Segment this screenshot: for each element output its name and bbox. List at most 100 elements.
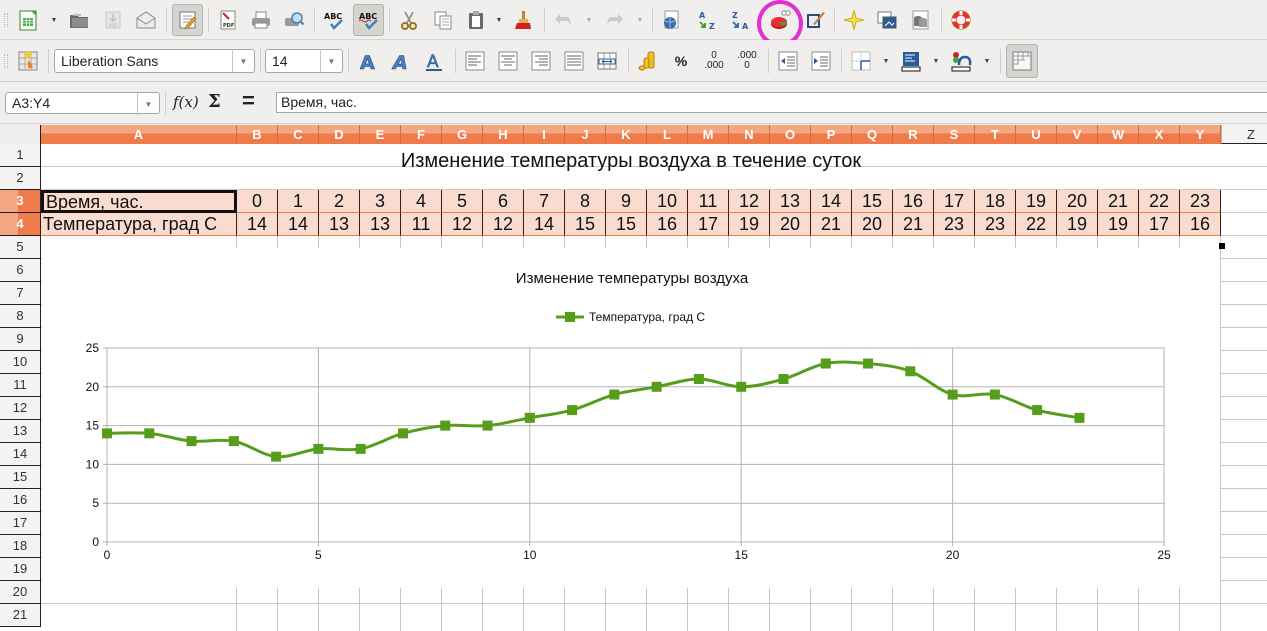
row-header-9[interactable]: 9 [0,328,41,351]
cell-hour[interactable]: 12 [729,190,770,213]
cell-temperature[interactable]: 13 [319,213,360,236]
cell-temperature[interactable]: 20 [852,213,893,236]
row-header-21[interactable]: 21 [0,604,41,627]
delete-decimal-button[interactable]: .000 0 [733,47,761,75]
row-header-19[interactable]: 19 [0,558,41,581]
cell-temperature[interactable]: 12 [442,213,483,236]
row-header-12[interactable]: 12 [0,397,41,420]
show-draw-functions-button[interactable] [801,6,829,34]
toolbar-grip[interactable] [4,54,8,68]
sum-button[interactable]: Σ [208,91,221,112]
column-header-s[interactable]: S [934,125,975,144]
cell-temperature[interactable]: 23 [975,213,1016,236]
column-header-y[interactable]: Y [1180,125,1221,144]
function-wizard-button[interactable]: f(x) [173,93,199,111]
cell-temperature[interactable]: 21 [893,213,934,236]
column-header-u[interactable]: U [1016,125,1057,144]
row-header-20[interactable]: 20 [0,581,41,604]
row-header-7[interactable]: 7 [0,282,41,305]
cell-hour[interactable]: 2 [319,190,360,213]
column-header-r[interactable]: R [893,125,934,144]
redo-dropdown-arrow[interactable]: ▼ [636,6,644,34]
cell-hour[interactable]: 10 [647,190,688,213]
sort-ascending-button[interactable]: AZ [693,6,721,34]
align-center-button[interactable] [494,47,522,75]
help-button[interactable] [947,6,975,34]
cell-a4[interactable]: Температура, град С [41,213,237,236]
sort-descending-button[interactable]: ZA [726,6,754,34]
data-sources-button[interactable] [906,6,934,34]
decrease-indent-button[interactable] [774,47,802,75]
row-header-15[interactable]: 15 [0,466,41,489]
edit-file-button[interactable] [172,4,203,36]
align-right-button[interactable] [527,47,555,75]
cell-temperature[interactable]: 16 [1180,213,1221,236]
cell-hour[interactable]: 7 [524,190,565,213]
column-header-z[interactable]: Z [1221,125,1267,144]
paste-button[interactable] [462,6,490,34]
chevron-down-icon[interactable]: ▼ [137,93,159,115]
cell-temperature[interactable]: 15 [565,213,606,236]
row-header-6[interactable]: 6 [0,259,41,282]
column-header-g[interactable]: G [442,125,483,144]
row-header-11[interactable]: 11 [0,374,41,397]
cell-temperature[interactable]: 21 [811,213,852,236]
font-color-dropdown-arrow[interactable]: ▼ [983,47,991,75]
row-header-10[interactable]: 10 [0,351,41,374]
toggle-grid-lines-button[interactable] [1006,44,1038,78]
background-color-dropdown-arrow[interactable]: ▼ [932,47,940,75]
autospellcheck-button[interactable]: ABC [353,4,384,36]
redo-button[interactable] [601,6,629,34]
cell-hour[interactable]: 8 [565,190,606,213]
cell-hour[interactable]: 6 [483,190,524,213]
row-header-8[interactable]: 8 [0,305,41,328]
print-button[interactable] [247,6,275,34]
chevron-down-icon[interactable]: ▼ [320,50,342,72]
cell-hour[interactable]: 1 [278,190,319,213]
cell-hour[interactable]: 17 [934,190,975,213]
cell-hour[interactable]: 15 [852,190,893,213]
export-pdf-button[interactable]: PDF [214,6,242,34]
undo-dropdown-arrow[interactable]: ▼ [585,6,593,34]
merge-cells-button[interactable] [593,47,621,75]
row-header-3[interactable]: 3 [0,190,41,213]
sheet-title-cell[interactable]: Изменение температуры воздуха в течение … [41,150,1221,173]
cell-temperature[interactable]: 14 [524,213,565,236]
cell-hour[interactable]: 5 [442,190,483,213]
cell-temperature[interactable]: 17 [688,213,729,236]
cut-button[interactable] [395,6,423,34]
cell-temperature[interactable]: 22 [1016,213,1057,236]
print-preview-button[interactable] [280,6,308,34]
cell-hour[interactable]: 9 [606,190,647,213]
column-header-a[interactable]: A [41,125,237,144]
column-header-f[interactable]: F [401,125,442,144]
cell-hour[interactable]: 3 [360,190,401,213]
column-header-q[interactable]: Q [852,125,893,144]
column-header-k[interactable]: K [606,125,647,144]
row-header-16[interactable]: 16 [0,489,41,512]
cell-temperature[interactable]: 14 [237,213,278,236]
copy-button[interactable] [429,6,457,34]
clone-formatting-button[interactable] [509,6,537,34]
cell-hour[interactable]: 0 [237,190,278,213]
background-color-button[interactable] [897,47,925,75]
cell-hour[interactable]: 21 [1098,190,1139,213]
cell-hour[interactable]: 22 [1139,190,1180,213]
email-button[interactable] [132,6,160,34]
currency-format-button[interactable] [634,47,662,75]
cell-hour[interactable]: 13 [770,190,811,213]
row-header-5[interactable]: 5 [0,236,41,259]
column-header-v[interactable]: V [1057,125,1098,144]
justify-button[interactable] [560,47,588,75]
cell-temperature[interactable]: 19 [1098,213,1139,236]
column-header-t[interactable]: T [975,125,1016,144]
cell-temperature[interactable]: 11 [401,213,442,236]
cell-temperature[interactable]: 12 [483,213,524,236]
toolbar-grip[interactable] [4,13,8,27]
paste-dropdown-arrow[interactable]: ▼ [495,6,503,34]
column-header-w[interactable]: W [1098,125,1139,144]
column-header-l[interactable]: L [647,125,688,144]
column-header-o[interactable]: O [770,125,811,144]
percent-format-button[interactable]: % [667,47,695,75]
underline-button[interactable]: A [420,47,448,75]
